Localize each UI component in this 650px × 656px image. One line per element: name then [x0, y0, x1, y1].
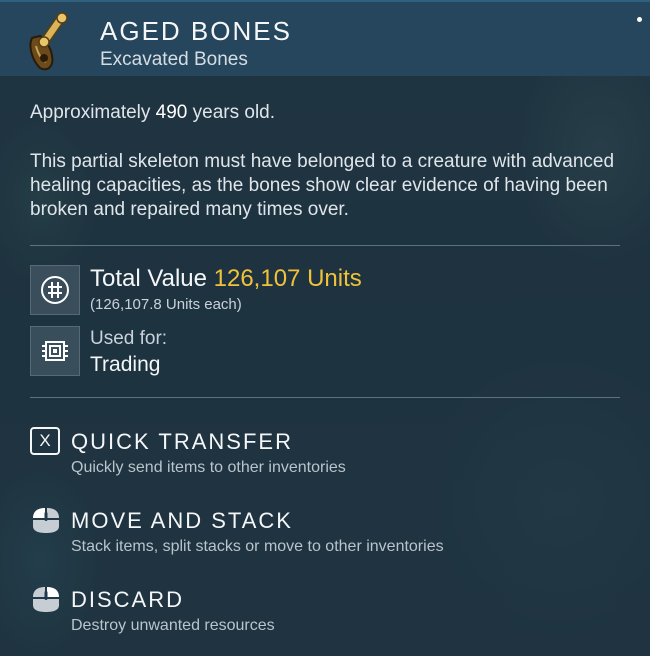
units-currency-icon — [30, 265, 80, 315]
total-value: Total Value 126,107 Units — [90, 265, 362, 293]
item-tooltip-panel: AGED BONES Excavated Bones Approximately… — [0, 0, 650, 656]
age-value: 490 — [155, 102, 188, 123]
section-divider — [30, 245, 620, 246]
action-title: QUICK TRANSFER — [71, 429, 293, 454]
total-value-label: Total Value — [90, 265, 207, 292]
used-for-label: Used for: — [90, 328, 168, 349]
section-divider — [30, 397, 620, 398]
mouse-left-click-icon — [30, 506, 62, 534]
age-prefix: Approximately — [30, 102, 151, 123]
bone-artifact-icon — [18, 10, 80, 74]
total-value-amount: 126,107 Units — [213, 265, 362, 292]
item-description: This partial skeleton must have belonged… — [30, 151, 615, 220]
used-for-value: Trading — [90, 353, 161, 376]
trade-chip-icon — [30, 326, 80, 376]
action-description: Quickly send items to other inventories — [71, 459, 346, 476]
action-key: X — [30, 427, 60, 455]
item-category: Excavated Bones — [100, 49, 248, 70]
header-indicator-dot — [637, 17, 642, 22]
action-title: MOVE AND STACK — [71, 508, 293, 533]
mouse-right-click-icon — [30, 585, 62, 613]
item-age: Approximately 490 years old. — [30, 102, 275, 124]
unit-value-each: (126,107.8 Units each) — [90, 296, 242, 313]
item-name: AGED BONES — [100, 16, 292, 46]
tooltip-header: AGED BONES Excavated Bones — [0, 0, 650, 76]
action-description: Stack items, split stacks or move to oth… — [71, 538, 444, 555]
action-title: DISCARD — [71, 587, 185, 612]
action-description: Destroy unwanted resources — [71, 617, 275, 634]
age-suffix: years old. — [192, 102, 276, 123]
x-key-icon: X — [30, 427, 62, 455]
